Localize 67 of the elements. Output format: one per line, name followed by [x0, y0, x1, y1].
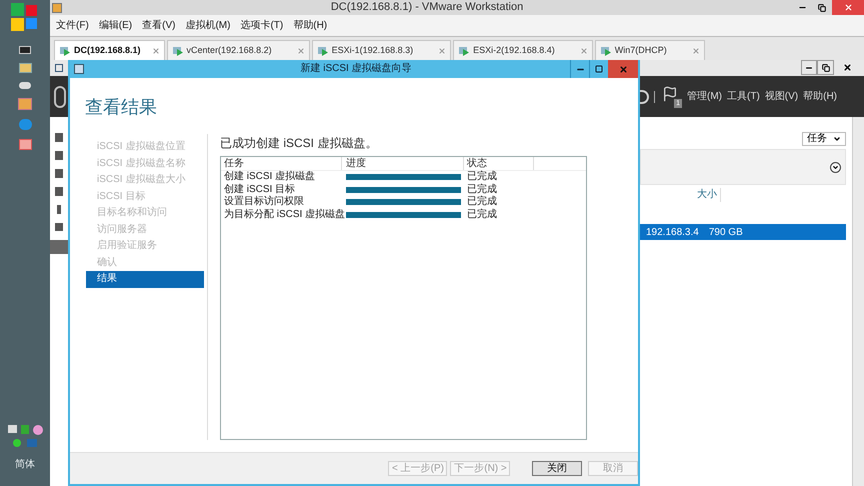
close-icon: [842, 63, 852, 72]
table-cell-text: 已完成: [466, 208, 497, 221]
menu-item[interactable]: 选项卡(T): [240, 18, 284, 33]
vm-tab[interactable]: vCenter(192.168.8.2): [166, 40, 310, 60]
image-icon[interactable]: [18, 139, 32, 150]
scrollbar[interactable]: [852, 117, 864, 486]
restore-icon: [818, 4, 826, 12]
menu-item[interactable]: 编辑(E): [98, 18, 132, 33]
close-tab-icon[interactable]: [296, 46, 305, 54]
restore-icon: [822, 64, 830, 72]
expand-icon[interactable]: [830, 162, 841, 172]
success-message: 已成功创建 iSCSI 虚拟磁盘。: [220, 135, 378, 151]
vmware-icon: [52, 2, 62, 12]
wizard-icon: [74, 64, 84, 74]
disk-row[interactable]: 192.168.3.4 790 GB: [640, 224, 846, 240]
close-tab-icon[interactable]: [580, 46, 588, 54]
close-tab-icon[interactable]: [438, 46, 446, 54]
folder-icon[interactable]: [18, 63, 32, 73]
column-header[interactable]: 任务: [221, 157, 342, 170]
column-header[interactable]: 状态: [464, 157, 534, 170]
menu-item[interactable]: 工具(T): [727, 89, 760, 104]
menu-item[interactable]: 帮助(H): [293, 18, 328, 33]
vm-play-icon: [458, 44, 470, 56]
vm-play-icon: [172, 44, 184, 56]
menu-item[interactable]: 管理(M): [687, 89, 722, 104]
menu-item[interactable]: 视图(V): [764, 89, 798, 104]
menu-item[interactable]: 查看(V): [142, 18, 176, 33]
window-title: DC(192.168.8.1) - VMware Workstation: [330, 0, 524, 15]
page-heading: 查看结果: [84, 96, 158, 118]
flag-icon[interactable]: [662, 86, 678, 102]
column-header[interactable]: 进度: [342, 157, 464, 170]
input-language[interactable]: 简体: [15, 457, 35, 472]
vm-play-icon: [59, 44, 71, 56]
table-cell-text: 192.168.3.4: [646, 226, 699, 240]
close-tab-icon[interactable]: [692, 46, 700, 54]
table-cell-text: 已完成: [466, 196, 497, 208]
maximize-icon: [595, 65, 603, 73]
table-cell-text: 已完成: [466, 171, 497, 184]
dialog-title: 新建 iSCSI 虚拟磁盘向导: [299, 62, 413, 76]
table-cell-text: 设置目标访问权限: [223, 196, 305, 208]
vm-tab[interactable]: Win7(DHCP): [594, 40, 705, 60]
close-icon: [618, 64, 628, 74]
table-cell-text: 创建 iSCSI 目标: [223, 184, 296, 196]
menu-item[interactable]: 帮助(H): [803, 89, 838, 104]
wizard-step[interactable]: 结果: [86, 271, 204, 288]
table-cell-text: 已完成: [466, 184, 497, 196]
tasks-dropdown[interactable]: 任务: [802, 132, 846, 146]
vm-tab[interactable]: ESXi-2(192.168.8.4): [453, 40, 593, 60]
table-cell-text: 创建 iSCSI 虚拟磁盘: [223, 171, 316, 184]
terminal-icon[interactable]: [19, 46, 31, 54]
vm-tab[interactable]: ESXi-1(192.168.8.3): [312, 40, 452, 60]
vm-play-icon: [600, 44, 612, 56]
dialog-button[interactable]: 关闭: [532, 461, 582, 476]
app-icon: [55, 64, 63, 72]
windows-logo-icon[interactable]: [10, 2, 40, 32]
column-header[interactable]: 大小: [694, 188, 721, 202]
vm-play-icon: [316, 44, 329, 56]
caret-icon: [833, 135, 841, 143]
table-cell-text: 为目标分配 iSCSI 虚拟磁盘: [223, 208, 342, 221]
menu-item[interactable]: 虚拟机(M): [185, 18, 230, 33]
menu-item[interactable]: 文件(F): [56, 18, 89, 33]
minimize-button[interactable]: [801, 60, 817, 75]
close-tab-icon[interactable]: [152, 46, 160, 54]
vm-tab[interactable]: DC(192.168.8.1): [54, 40, 165, 60]
restore-button[interactable]: [817, 60, 834, 75]
close-icon: [844, 3, 852, 12]
table-cell-text: 790 GB: [708, 226, 743, 240]
